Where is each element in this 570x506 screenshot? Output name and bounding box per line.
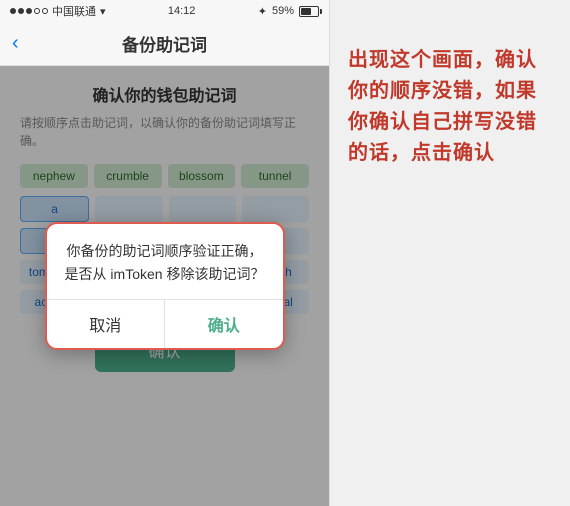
phone-screen: 中国联通 ▾ 14:12 ✦ 59% ‹ 备份助记词 确认你的钱包助记词 请按顺… bbox=[0, 0, 330, 506]
annotation-panel: 出现这个画面，确认你的顺序没错，如果你确认自己拼写没错的话，点击确认 bbox=[330, 0, 570, 506]
nav-title: 备份助记词 bbox=[122, 31, 207, 56]
carrier-label: 中国联通 bbox=[52, 3, 96, 19]
time-label: 14:12 bbox=[168, 5, 196, 17]
wifi-icon: ▾ bbox=[100, 5, 106, 18]
dialog-confirm-button[interactable]: 确认 bbox=[165, 300, 283, 348]
battery-label: 59% bbox=[272, 5, 294, 17]
dialog-cancel-button[interactable]: 取消 bbox=[47, 300, 166, 348]
dialog-message: 你备份的助记词顺序验证正确，是否从 imToken 移除该助记词？ bbox=[47, 224, 283, 299]
status-bar: 中国联通 ▾ 14:12 ✦ 59% bbox=[0, 0, 329, 22]
dialog-box: 你备份的助记词顺序验证正确，是否从 imToken 移除该助记词？ 取消 确认 bbox=[45, 222, 285, 350]
back-button[interactable]: ‹ bbox=[12, 32, 19, 55]
bluetooth-icon: ✦ bbox=[258, 5, 267, 18]
nav-bar: ‹ 备份助记词 bbox=[0, 22, 329, 66]
main-content: 确认你的钱包助记词 请按顺序点击助记词，以确认你的备份助记词填写正确。 neph… bbox=[0, 66, 329, 506]
dialog-overlay: 你备份的助记词顺序验证正确，是否从 imToken 移除该助记词？ 取消 确认 bbox=[0, 66, 329, 506]
annotation-text: 出现这个画面，确认你的顺序没错，如果你确认自己拼写没错的话，点击确认 bbox=[348, 45, 552, 169]
dialog-footer: 取消 确认 bbox=[47, 299, 283, 348]
